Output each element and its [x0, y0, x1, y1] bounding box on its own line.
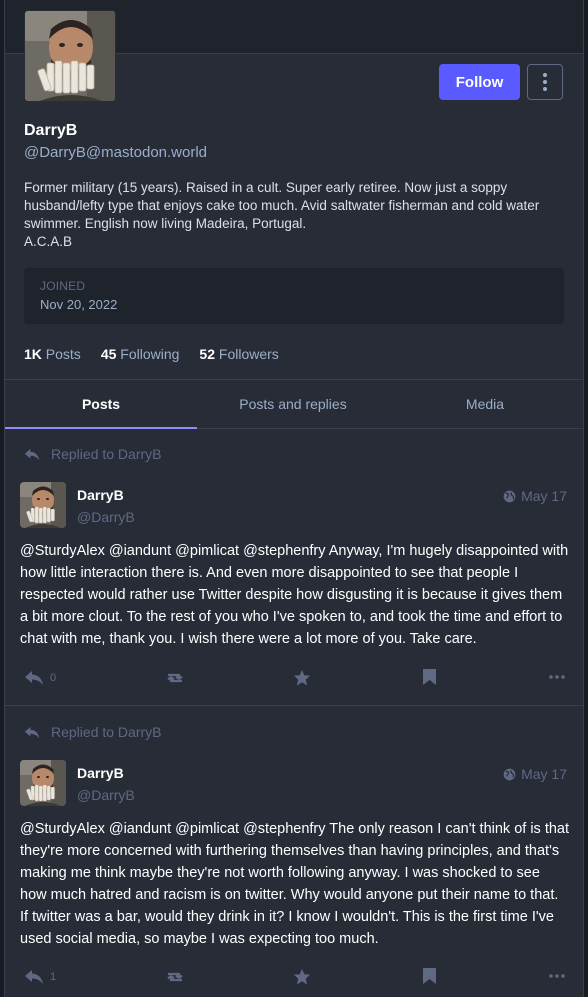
boost-icon: [167, 972, 183, 982]
reply-button[interactable]: 1: [24, 969, 56, 985]
profile-handle: @DarryB@mastodon.world: [24, 144, 208, 161]
status-post[interactable]: Replied to DarryB DarryB @DarryB May 17 …: [5, 430, 583, 706]
post-content: @SturdyAlex @iandunt @pimlicat @stephenf…: [20, 543, 569, 647]
replied-to-text: Replied to DarryB: [51, 446, 162, 462]
more-vertical-icon: [543, 73, 547, 91]
favourite-button[interactable]: [293, 669, 311, 686]
boost-icon: [167, 673, 183, 683]
bookmark-icon: [423, 968, 436, 984]
followers-count-label: Followers: [218, 346, 279, 362]
followers-count-link[interactable]: 52 Followers: [199, 346, 278, 362]
status-post[interactable]: Replied to DarryB DarryB @DarryB May 17 …: [5, 707, 583, 997]
post-more-button[interactable]: [549, 974, 565, 978]
post-action-bar: 0: [5, 666, 583, 690]
star-icon: [293, 669, 311, 686]
reply-button[interactable]: 0: [24, 670, 56, 686]
post-date: May 17: [521, 766, 567, 782]
globe-icon: [503, 768, 516, 780]
posts-count-value: 1K: [24, 346, 42, 362]
more-options-button[interactable]: [527, 64, 563, 100]
joined-field: JOINED Nov 20, 2022: [24, 268, 564, 324]
profile-column: Follow DarryB @DarryB@mastodon.world For…: [4, 0, 584, 997]
profile-tabs: Posts Posts and replies Media: [5, 379, 583, 429]
reply-count: 1: [50, 971, 57, 983]
globe-icon: [503, 490, 516, 502]
post-date: May 17: [521, 488, 567, 504]
post-more-button[interactable]: [549, 675, 565, 679]
following-count-link[interactable]: 45 Following: [101, 346, 180, 362]
ellipsis-icon: [549, 974, 565, 978]
post-date-link[interactable]: May 17: [503, 488, 567, 504]
bio-line: A.C.A.B: [24, 234, 73, 249]
reply-icon: [24, 670, 44, 686]
joined-label: JOINED: [40, 279, 86, 293]
tab-media[interactable]: Media: [389, 380, 581, 428]
post-action-bar: 1: [5, 966, 583, 990]
posts-count-label: Posts: [45, 346, 81, 362]
follow-button[interactable]: Follow: [439, 64, 520, 100]
following-count-value: 45: [100, 346, 117, 362]
bio-line: Former military (15 years). Raised in a …: [24, 180, 540, 231]
bookmark-button[interactable]: [423, 968, 436, 984]
post-author-handle[interactable]: @DarryB: [77, 787, 135, 803]
reply-count: 0: [50, 672, 57, 684]
bookmark-button[interactable]: [423, 669, 436, 685]
posts-count-link[interactable]: 1K Posts: [24, 346, 81, 362]
boost-button[interactable]: [165, 970, 185, 984]
tab-posts[interactable]: Posts: [5, 380, 197, 429]
following-count-label: Following: [120, 346, 180, 362]
post-avatar[interactable]: [20, 760, 66, 806]
favourite-button[interactable]: [293, 968, 311, 985]
post-author-name[interactable]: DarryB: [77, 765, 124, 781]
replied-to-indicator: Replied to DarryB: [24, 724, 162, 740]
joined-date: Nov 20, 2022: [40, 297, 118, 312]
replied-to-indicator: Replied to DarryB: [24, 446, 162, 462]
reply-icon: [24, 969, 44, 985]
star-icon: [293, 968, 311, 985]
post-date-link[interactable]: May 17: [503, 766, 567, 782]
replied-to-text: Replied to DarryB: [51, 724, 162, 740]
reply-icon: [24, 726, 40, 739]
tab-posts-and-replies[interactable]: Posts and replies: [197, 380, 389, 428]
boost-button[interactable]: [165, 671, 185, 685]
bookmark-icon: [423, 669, 436, 685]
post-author-name[interactable]: DarryB: [77, 487, 124, 503]
profile-bio: Former military (15 years). Raised in a …: [24, 179, 569, 251]
profile-avatar[interactable]: [24, 10, 116, 102]
reply-icon: [24, 448, 40, 461]
post-author-handle[interactable]: @DarryB: [77, 509, 135, 525]
post-content: @SturdyAlex @iandunt @pimlicat @stephenf…: [20, 821, 570, 947]
post-avatar[interactable]: [20, 482, 66, 528]
ellipsis-icon: [549, 675, 565, 679]
followers-count-value: 52: [199, 346, 215, 362]
profile-counts: 1K Posts 45 Following 52 Followers: [24, 346, 299, 362]
profile-display-name: DarryB: [24, 122, 78, 139]
